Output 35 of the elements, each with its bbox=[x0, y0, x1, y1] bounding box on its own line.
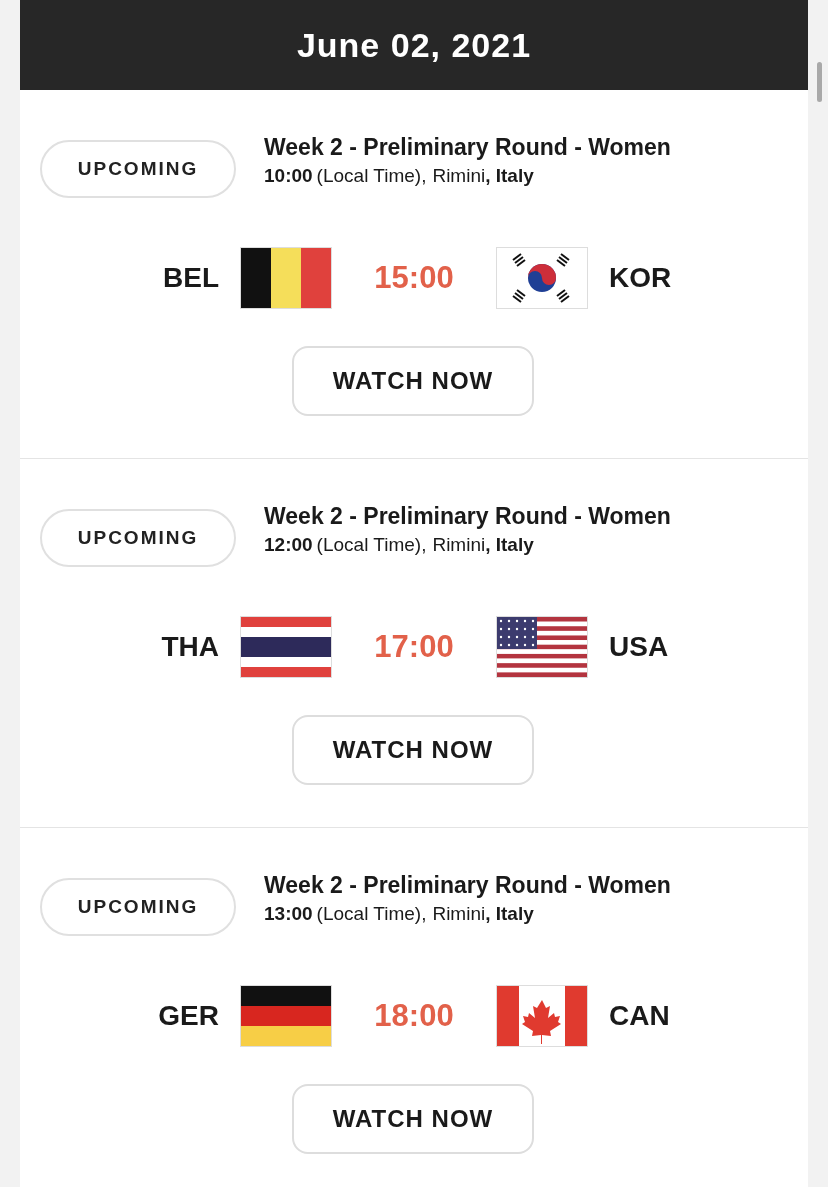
match-title: Week 2 - Preliminary Round - Women bbox=[264, 872, 671, 899]
team-code: THA bbox=[160, 631, 219, 663]
time-note: (Local Time), bbox=[316, 903, 427, 925]
team-code: GER bbox=[157, 1000, 219, 1032]
time-note: (Local Time), bbox=[316, 165, 427, 187]
local-time: 13:00 bbox=[264, 903, 313, 925]
local-time: 12:00 bbox=[264, 534, 313, 556]
flag-icon bbox=[497, 248, 587, 308]
watch-now-button[interactable]: WATCH NOW bbox=[292, 715, 534, 785]
flag-icon bbox=[241, 986, 331, 1046]
team-code: BEL bbox=[162, 262, 219, 294]
status-badge: UPCOMING bbox=[40, 140, 236, 198]
kickoff-time: 18:00 bbox=[373, 998, 455, 1034]
kickoff-time: 17:00 bbox=[373, 629, 455, 665]
scrollbar[interactable] bbox=[817, 62, 822, 102]
kickoff-time: 15:00 bbox=[373, 260, 455, 296]
local-time: 10:00 bbox=[264, 165, 313, 187]
watch-now-button[interactable]: WATCH NOW bbox=[292, 1084, 534, 1154]
date-title: June 02, 2021 bbox=[296, 25, 532, 65]
status-badge: UPCOMING bbox=[40, 509, 236, 567]
venue: Rimini, Italy bbox=[432, 165, 534, 187]
flag-icon bbox=[497, 617, 587, 677]
match-title: Week 2 - Preliminary Round - Women bbox=[264, 503, 671, 530]
time-note: (Local Time), bbox=[316, 534, 427, 556]
status-badge: UPCOMING bbox=[40, 878, 236, 936]
team-code: KOR bbox=[609, 262, 673, 294]
flag-icon bbox=[241, 248, 331, 308]
match-title: Week 2 - Preliminary Round - Women bbox=[264, 134, 671, 161]
venue: Rimini, Italy bbox=[432, 903, 534, 925]
flag-icon bbox=[241, 617, 331, 677]
venue: Rimini, Italy bbox=[432, 534, 534, 556]
team-code: USA bbox=[609, 631, 670, 663]
flag-icon bbox=[497, 986, 587, 1046]
watch-now-button[interactable]: WATCH NOW bbox=[292, 346, 534, 416]
team-code: CAN bbox=[609, 1000, 671, 1032]
